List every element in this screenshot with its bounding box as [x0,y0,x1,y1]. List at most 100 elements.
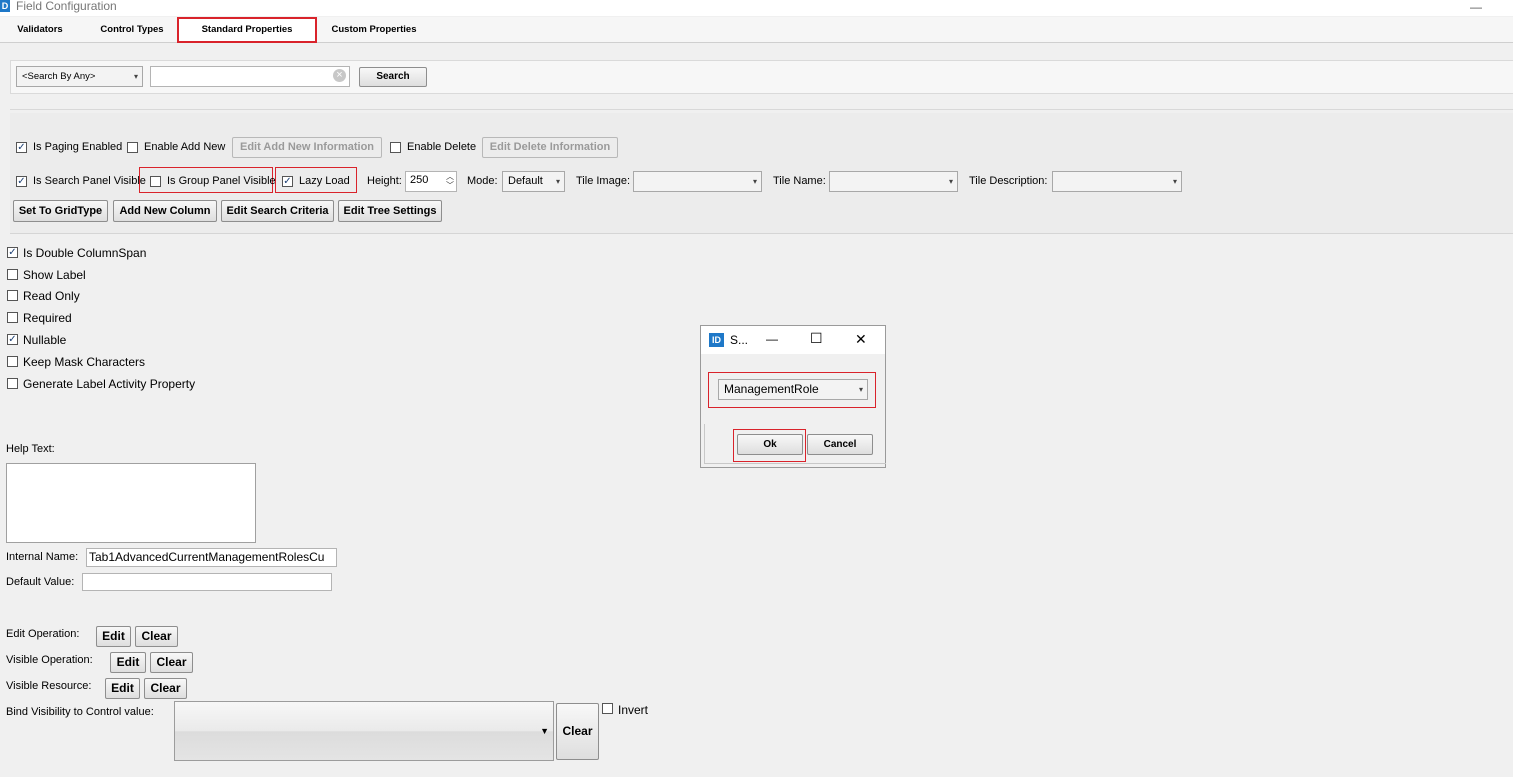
chevron-down-icon: ▼ [540,726,549,736]
tile-name-label: Tile Name: [773,175,826,187]
role-select-value: ManagementRole [724,382,819,396]
mode-select[interactable]: Default ▾ [502,171,565,192]
enable-add-new-label: Enable Add New [144,141,226,153]
tile-description-select[interactable]: ▾ [1052,171,1182,192]
spinner-arrows-icon[interactable]: ︿ ﹀ [446,172,454,190]
edit-operation-clear-button[interactable]: Clear [135,626,178,647]
nullable-label: Nullable [23,333,67,347]
search-button[interactable]: Search [359,67,427,87]
minimize-button[interactable]: — [1470,0,1482,14]
required-label: Required [23,311,72,325]
title-bar [0,0,1513,16]
generate-label-activity-property-checkbox[interactable] [7,378,18,389]
checkmark-icon: ✓ [283,176,292,187]
set-to-gridtype-button[interactable]: Set To GridType [13,200,108,222]
required-checkbox[interactable] [7,312,18,323]
tab-control-types[interactable]: Control Types [92,18,172,41]
read-only-label: Read Only [23,289,80,303]
chevron-down-icon: ▾ [133,72,138,81]
dialog-maximize-button[interactable]: ☐ [810,330,823,347]
visible-operation-edit-button[interactable]: Edit [110,652,146,673]
show-label-checkbox[interactable] [7,269,18,280]
search-input[interactable]: × [150,66,350,87]
window-title: Field Configuration [16,0,117,13]
invert-label: Invert [618,703,649,717]
dialog-close-button[interactable]: ✕ [855,331,867,348]
chevron-down-icon: ▾ [752,177,757,186]
is-paging-enabled-label: Is Paging Enabled [33,141,123,153]
edit-delete-information-button[interactable]: Edit Delete Information [482,137,618,158]
internal-name-label: Internal Name: [6,551,79,563]
generate-label-activity-property-label: Generate Label Activity Property [23,377,196,391]
is-double-columnspan-label: Is Double ColumnSpan [23,246,147,260]
bind-visibility-label: Bind Visibility to Control value: [6,706,154,718]
chevron-down-icon: ▾ [948,177,953,186]
edit-operation-edit-button[interactable]: Edit [96,626,131,647]
keep-mask-characters-checkbox[interactable] [7,356,18,367]
visible-operation-label: Visible Operation: [6,654,93,666]
tile-image-label: Tile Image: [576,175,631,187]
edit-operation-label: Edit Operation: [6,628,80,640]
edit-add-new-information-button[interactable]: Edit Add New Information [232,137,382,158]
dialog-minimize-button[interactable]: — [766,332,778,346]
chevron-down-icon: ▾ [858,385,863,394]
height-value: 250 [410,174,429,186]
add-new-column-button[interactable]: Add New Column [113,200,217,222]
height-label: Height: [367,175,402,187]
bind-visibility-select[interactable]: ▼ [174,701,554,761]
select-dialog: ID S... — ☐ ✕ ManagementRole ▾ Ok Cancel [700,325,886,468]
is-search-panel-visible-checkbox[interactable]: ✓ [16,176,27,187]
clear-search-icon[interactable]: × [333,69,346,82]
invert-checkbox[interactable] [602,703,613,714]
checkmark-icon: ✓ [17,176,26,187]
bind-visibility-clear-button[interactable]: Clear [556,703,599,760]
separator [10,109,1513,110]
role-select[interactable]: ManagementRole ▾ [718,379,868,400]
checkmark-icon: ✓ [8,247,17,258]
ok-button[interactable]: Ok [737,434,803,455]
tab-custom-properties[interactable]: Custom Properties [322,18,426,41]
visible-resource-label: Visible Resource: [6,680,92,692]
edit-tree-settings-button[interactable]: Edit Tree Settings [338,200,442,222]
is-paging-enabled-checkbox[interactable]: ✓ [16,142,27,153]
chevron-down-icon: ▾ [555,177,560,186]
tile-image-select[interactable]: ▾ [633,171,762,192]
tile-description-label: Tile Description: [969,175,1048,187]
dialog-title: S... [730,333,749,347]
show-label-label: Show Label [23,268,86,282]
is-group-panel-visible-checkbox[interactable] [150,176,161,187]
cancel-button[interactable]: Cancel [807,434,873,455]
is-double-columnspan-checkbox[interactable]: ✓ [7,247,18,258]
enable-delete-label: Enable Delete [407,141,477,153]
tile-name-select[interactable]: ▾ [829,171,958,192]
tab-validators[interactable]: Validators [8,18,72,41]
mode-label: Mode: [467,175,498,187]
search-by-select[interactable]: <Search By Any> ▾ [16,66,143,87]
chevron-down-icon: ▾ [1172,177,1177,186]
app-icon: D [0,0,10,12]
help-text-area[interactable] [6,463,256,543]
visible-resource-clear-button[interactable]: Clear [144,678,187,699]
mode-value: Default [508,175,543,187]
tab-standard-properties[interactable]: Standard Properties [177,17,317,43]
lazy-load-label: Lazy Load [299,175,350,187]
internal-name-input[interactable]: Tab1AdvancedCurrentManagementRolesCu [86,548,337,567]
visible-resource-edit-button[interactable]: Edit [105,678,140,699]
help-text-label: Help Text: [6,443,55,455]
nullable-checkbox[interactable]: ✓ [7,334,18,345]
checkmark-icon: ✓ [17,142,26,153]
default-value-label: Default Value: [6,576,75,588]
enable-add-new-checkbox[interactable] [127,142,138,153]
dialog-app-icon: ID [709,333,724,347]
keep-mask-characters-label: Keep Mask Characters [23,355,146,369]
read-only-checkbox[interactable] [7,290,18,301]
is-search-panel-visible-label: Is Search Panel Visible [33,175,146,187]
search-by-value: <Search By Any> [22,71,96,82]
default-value-input[interactable] [82,573,332,591]
visible-operation-clear-button[interactable]: Clear [150,652,193,673]
lazy-load-checkbox[interactable]: ✓ [282,176,293,187]
edit-search-criteria-button[interactable]: Edit Search Criteria [221,200,334,222]
is-group-panel-visible-label: Is Group Panel Visible [167,175,276,187]
enable-delete-checkbox[interactable] [390,142,401,153]
height-spinner[interactable]: 250 ︿ ﹀ [405,171,457,192]
